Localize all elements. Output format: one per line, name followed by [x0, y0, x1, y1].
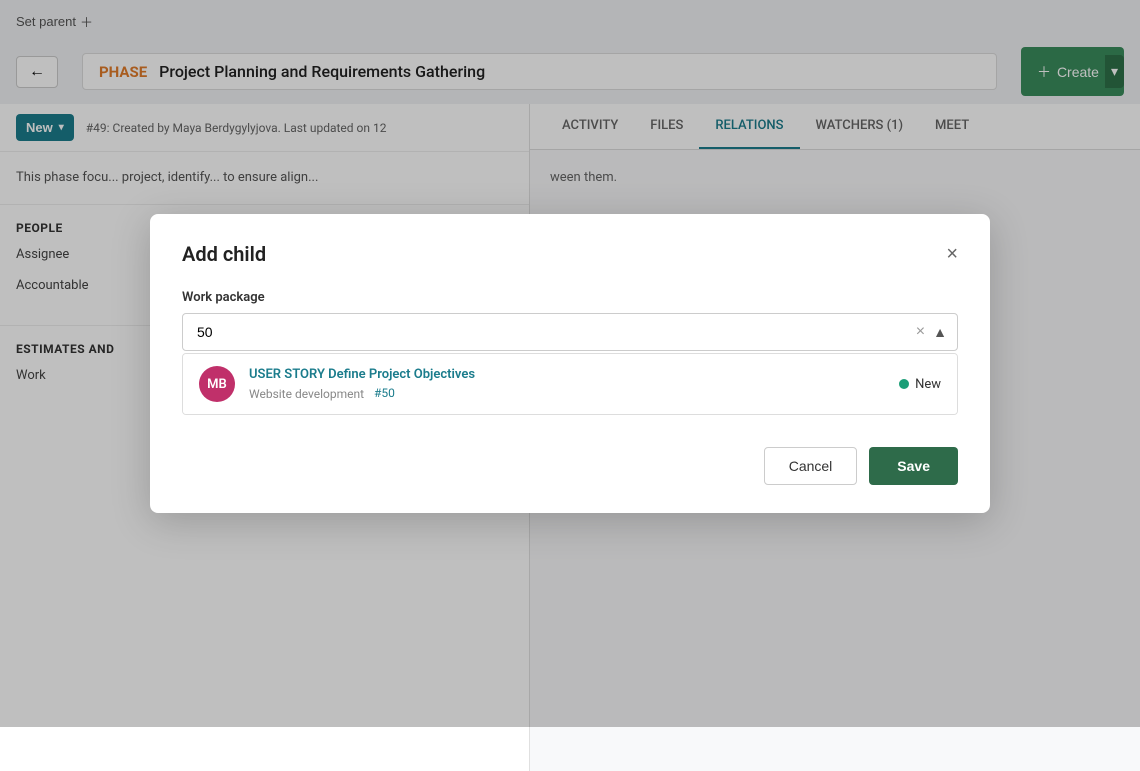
modal-overlay: Add child × Work package × ▲ — [0, 0, 1140, 727]
modal-close-button[interactable]: × — [946, 244, 958, 264]
save-button[interactable]: Save — [869, 447, 958, 485]
result-id: #50 — [374, 386, 395, 400]
chevron-up-icon[interactable]: ▲ — [933, 324, 947, 340]
result-item[interactable]: MB USER STORY Define Project Objectives … — [183, 354, 957, 414]
search-results-dropdown: MB USER STORY Define Project Objectives … — [182, 353, 958, 415]
status-indicator — [899, 379, 909, 389]
cancel-button[interactable]: Cancel — [764, 447, 858, 485]
search-container: × ▲ — [182, 313, 958, 351]
work-package-field: Work package × ▲ MB USER ST — [182, 290, 958, 415]
result-project: Website development — [249, 387, 364, 401]
result-info: USER STORY Define Project Objectives Web… — [249, 367, 885, 401]
page-background: Set parent ＋ ← PHASE Project Planning an… — [0, 0, 1140, 727]
result-title: USER STORY Define Project Objectives — [249, 367, 885, 382]
result-status: New — [899, 377, 941, 392]
add-child-modal: Add child × Work package × ▲ — [150, 214, 990, 513]
modal-title: Add child — [182, 242, 266, 266]
result-status-label: New — [915, 377, 941, 392]
modal-footer: Cancel Save — [182, 447, 958, 485]
modal-header: Add child × — [182, 242, 958, 266]
search-input[interactable] — [183, 314, 916, 350]
avatar: MB — [199, 366, 235, 402]
search-controls: × ▲ — [916, 324, 957, 340]
work-package-label: Work package — [182, 290, 958, 305]
clear-button[interactable]: × — [916, 324, 925, 340]
